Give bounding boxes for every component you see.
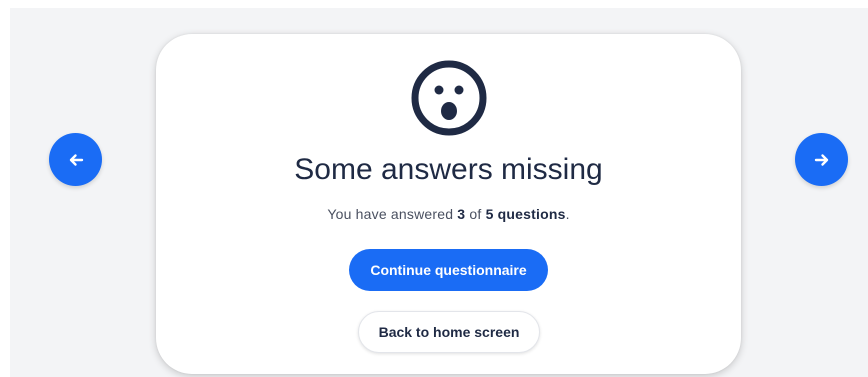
total-questions: 5 questions [485, 206, 566, 222]
continue-questionnaire-button[interactable]: Continue questionnaire [349, 249, 548, 291]
previous-button[interactable] [49, 133, 102, 186]
status-suffix: . [565, 206, 570, 222]
arrow-right-icon [813, 151, 831, 169]
arrow-left-icon [67, 151, 85, 169]
answered-status: You have answered 3 of 5 questions. [156, 205, 741, 223]
missing-answers-dialog: Some answers missing You have answered 3… [156, 34, 741, 374]
page-background: Some answers missing You have answered 3… [10, 8, 868, 377]
status-separator: of [469, 206, 482, 222]
surprised-face-icon [409, 58, 489, 138]
dialog-title: Some answers missing [294, 153, 603, 186]
back-to-home-button[interactable]: Back to home screen [358, 311, 540, 353]
next-button[interactable] [795, 133, 848, 186]
status-prefix: You have answered [327, 206, 454, 222]
answered-count: 3 [457, 206, 466, 222]
